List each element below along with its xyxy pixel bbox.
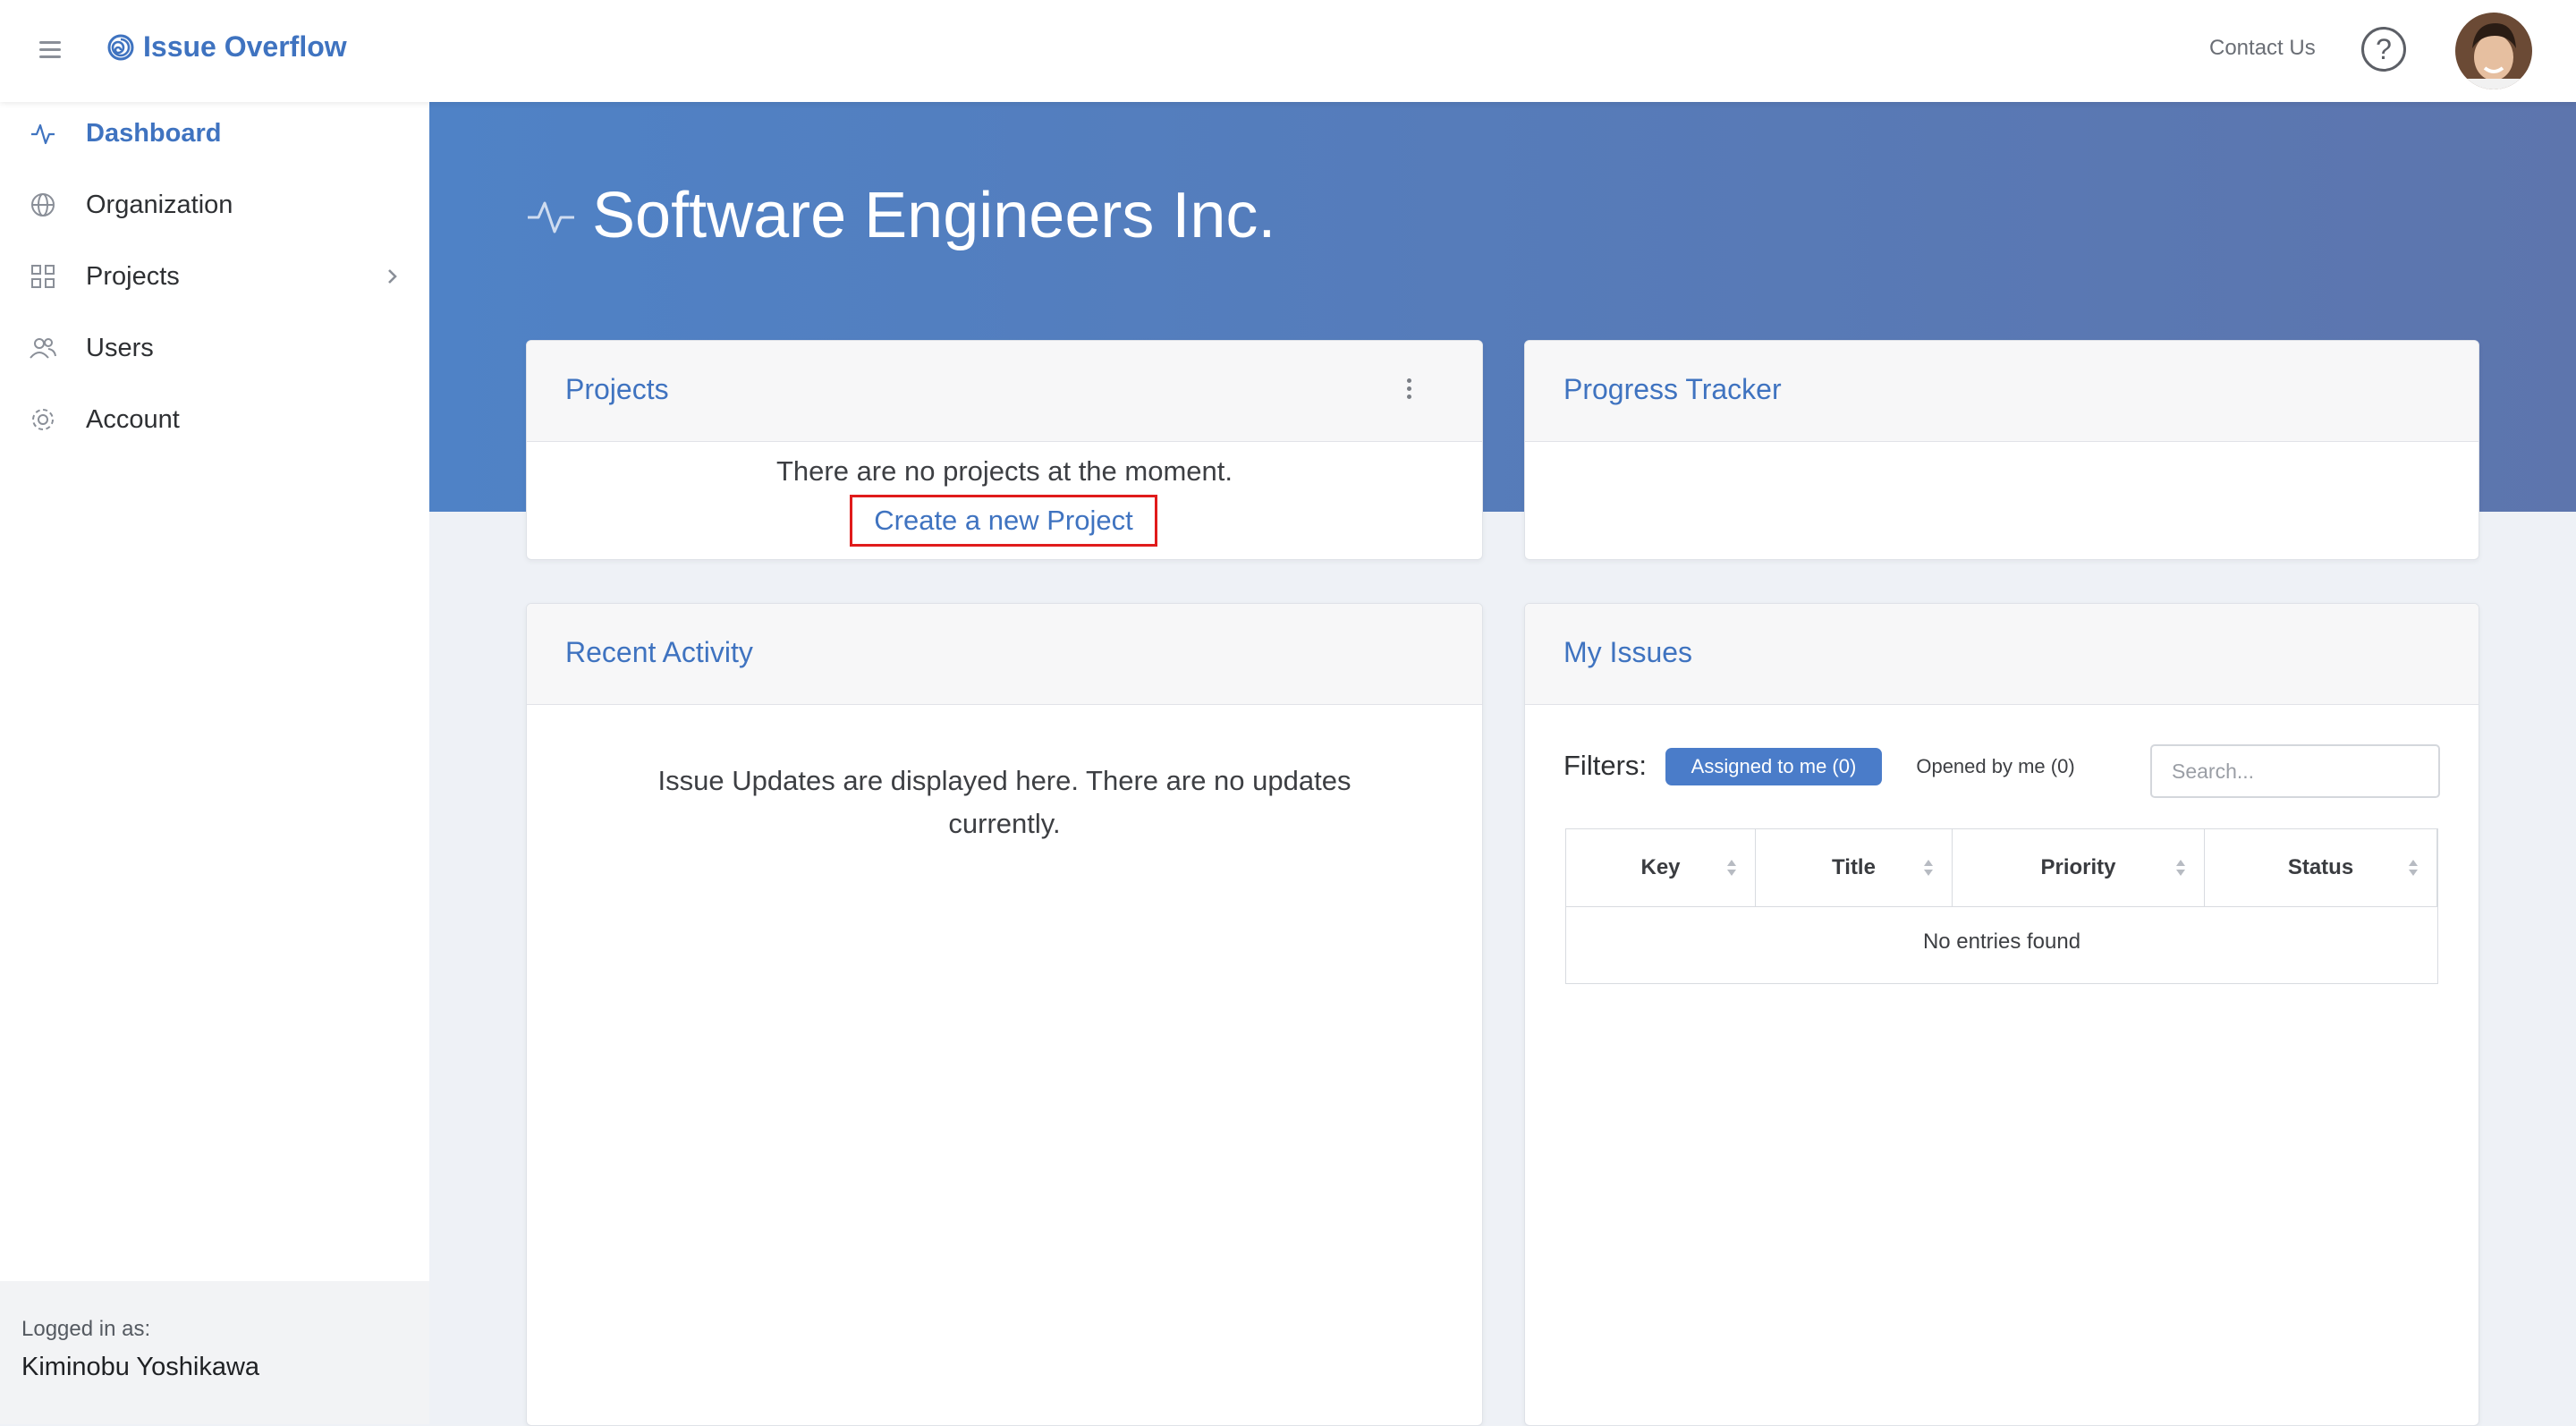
card-title: Projects — [565, 373, 669, 405]
column-header-status[interactable]: Status — [2205, 829, 2437, 906]
sidebar-item-organization[interactable]: Organization — [0, 174, 429, 236]
filters-label: Filters: — [1563, 750, 1647, 781]
sidebar-item-label: Projects — [86, 261, 180, 291]
more-options-icon[interactable] — [1405, 378, 1412, 403]
globe-icon — [29, 191, 57, 219]
logged-in-caption: Logged in as: — [21, 1317, 151, 1341]
sidebar-item-users[interactable]: Users — [0, 317, 429, 379]
sort-icon — [2176, 860, 2185, 876]
table-divider — [1566, 906, 2437, 907]
progress-tracker-card: Progress Tracker — [1524, 340, 2479, 560]
brand-logo[interactable]: Issue Overflow — [106, 30, 347, 64]
sidebar-item-account[interactable]: Account — [0, 388, 429, 451]
card-header: Progress Tracker — [1525, 341, 2479, 442]
filter-opened-button[interactable]: Opened by me (0) — [1902, 748, 2089, 785]
logged-in-user: Kiminobu Yoshikawa — [21, 1353, 260, 1381]
contact-us-link[interactable]: Contact Us — [2209, 36, 2316, 61]
recent-activity-card: Recent Activity Issue Updates are displa… — [526, 603, 1483, 1426]
empty-table-message: No entries found — [1922, 929, 2081, 954]
sidebar-item-projects[interactable]: Projects — [0, 245, 429, 308]
column-label: Status — [2287, 855, 2354, 879]
issues-table: Key Title Priority Status No entries fou… — [1565, 828, 2438, 984]
sidebar-item-label: Account — [86, 404, 180, 434]
help-icon[interactable]: ? — [2361, 27, 2406, 72]
activity-icon — [528, 201, 574, 233]
top-bar: Issue Overflow Contact Us ? — [0, 0, 2576, 102]
sort-icon — [2409, 860, 2418, 876]
logged-in-panel: Logged in as: Kiminobu Yoshikawa — [0, 1281, 429, 1424]
card-header: Recent Activity — [527, 604, 1482, 705]
filter-assigned-button[interactable]: Assigned to me (0) — [1665, 748, 1882, 785]
card-title: Recent Activity — [565, 636, 753, 668]
menu-toggle-icon[interactable] — [39, 41, 61, 59]
card-title: My Issues — [1563, 636, 1693, 668]
column-label: Priority — [2040, 855, 2116, 879]
sidebar: Dashboard Organization Projects Users Ac… — [0, 102, 429, 1424]
spiral-logo-icon — [107, 34, 134, 60]
gear-icon — [29, 405, 57, 434]
card-title: Progress Tracker — [1563, 373, 1782, 405]
search-input[interactable] — [2150, 744, 2440, 798]
grid-icon — [29, 262, 57, 291]
avatar[interactable] — [2455, 13, 2532, 89]
my-issues-card: My Issues — [1524, 603, 2479, 1426]
users-icon — [29, 334, 57, 362]
activity-message: Issue Updates are displayed here. There … — [657, 765, 1352, 839]
column-header-title[interactable]: Title — [1756, 829, 1953, 906]
column-header-key[interactable]: Key — [1566, 829, 1756, 906]
sidebar-item-label: Users — [86, 333, 154, 362]
organization-name: Software Engineers Inc. — [592, 180, 1276, 251]
sort-icon — [1727, 860, 1736, 876]
brand-name: Issue Overflow — [143, 30, 347, 63]
sort-icon — [1924, 860, 1933, 876]
create-project-link[interactable]: Create a new Project — [850, 495, 1157, 547]
card-header: My Issues — [1525, 604, 2479, 705]
column-label: Key — [1640, 855, 1681, 879]
sidebar-item-dashboard[interactable]: Dashboard — [0, 102, 429, 165]
column-label: Title — [1832, 855, 1876, 879]
empty-message: There are no projects at the moment. — [775, 455, 1233, 487]
activity-icon — [29, 119, 57, 148]
chevron-right-icon — [383, 267, 401, 285]
page-title: Software Engineers Inc. — [526, 179, 1275, 252]
column-header-priority[interactable]: Priority — [1953, 829, 2205, 906]
card-header: Projects — [527, 341, 1482, 442]
sidebar-item-label: Dashboard — [86, 118, 222, 148]
sidebar-item-label: Organization — [86, 190, 233, 219]
